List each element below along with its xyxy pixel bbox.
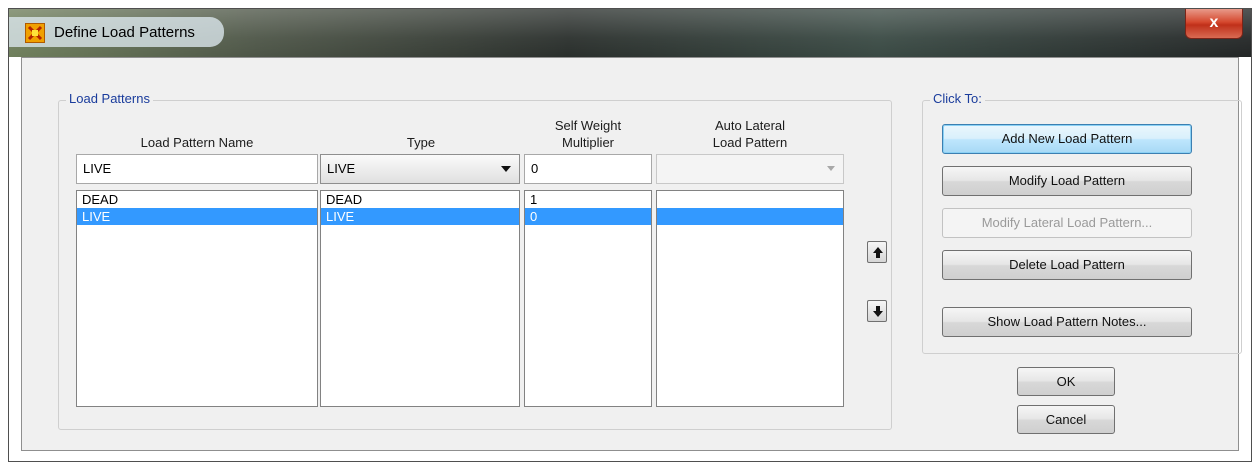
list-item[interactable] xyxy=(657,208,843,225)
type-select-value: LIVE xyxy=(327,161,356,176)
auto-lateral-list[interactable] xyxy=(656,190,844,407)
chevron-down-icon xyxy=(827,166,835,171)
load-pattern-name-list[interactable]: DEAD LIVE xyxy=(76,190,318,407)
click-to-group-label: Click To: xyxy=(930,91,985,106)
dialog-body: Load Patterns Load Pattern Name Type Sel… xyxy=(21,57,1242,451)
self-weight-multiplier-list[interactable]: 1 0 xyxy=(524,190,652,407)
close-button[interactable]: x xyxy=(1185,9,1243,39)
header-auto-lateral: Auto Lateral Load Pattern xyxy=(656,117,844,151)
header-auto-lateral-line1: Auto Lateral xyxy=(714,118,786,133)
list-item[interactable] xyxy=(657,191,843,208)
chevron-down-icon xyxy=(501,166,511,172)
header-load-pattern-name: Load Pattern Name xyxy=(140,135,254,150)
modify-load-pattern-button[interactable]: Modify Load Pattern xyxy=(942,166,1192,196)
list-item[interactable]: LIVE xyxy=(321,208,519,225)
ok-button[interactable]: OK xyxy=(1017,367,1115,396)
move-down-button[interactable] xyxy=(867,300,887,322)
modify-lateral-load-pattern-button: Modify Lateral Load Pattern... xyxy=(942,208,1192,238)
list-item[interactable]: DEAD xyxy=(321,191,519,208)
arrow-down-icon xyxy=(873,306,883,317)
delete-load-pattern-button[interactable]: Delete Load Pattern xyxy=(942,250,1192,280)
list-item[interactable]: 0 xyxy=(525,208,651,225)
add-new-load-pattern-button[interactable]: Add New Load Pattern xyxy=(942,124,1192,154)
header-auto-lateral-line2: Load Pattern xyxy=(712,135,788,150)
arrow-up-icon xyxy=(873,247,883,258)
header-self-weight-line1: Self Weight xyxy=(554,118,622,133)
move-up-button[interactable] xyxy=(867,241,887,263)
list-item[interactable]: 1 xyxy=(525,191,651,208)
load-patterns-group-label: Load Patterns xyxy=(66,91,153,106)
title-bar[interactable]: Define Load Patterns x xyxy=(9,9,1251,57)
define-load-patterns-dialog: Define Load Patterns x Load Patterns Loa… xyxy=(8,8,1252,462)
cancel-button[interactable]: Cancel xyxy=(1017,405,1115,434)
header-self-weight: Self Weight Multiplier xyxy=(524,117,652,151)
auto-lateral-select xyxy=(656,154,844,184)
window-title: Define Load Patterns xyxy=(54,24,195,41)
header-type: Type xyxy=(406,135,436,150)
list-item[interactable]: DEAD xyxy=(77,191,317,208)
load-pattern-name-input[interactable]: LIVE xyxy=(76,154,318,184)
self-weight-multiplier-input[interactable]: 0 xyxy=(524,154,652,184)
show-load-pattern-notes-button[interactable]: Show Load Pattern Notes... xyxy=(942,307,1192,337)
type-list[interactable]: DEAD LIVE xyxy=(320,190,520,407)
type-select[interactable]: LIVE xyxy=(320,154,520,184)
list-item[interactable]: LIVE xyxy=(77,208,317,225)
sap-app-icon xyxy=(25,23,45,43)
header-self-weight-line2: Multiplier xyxy=(561,135,614,150)
